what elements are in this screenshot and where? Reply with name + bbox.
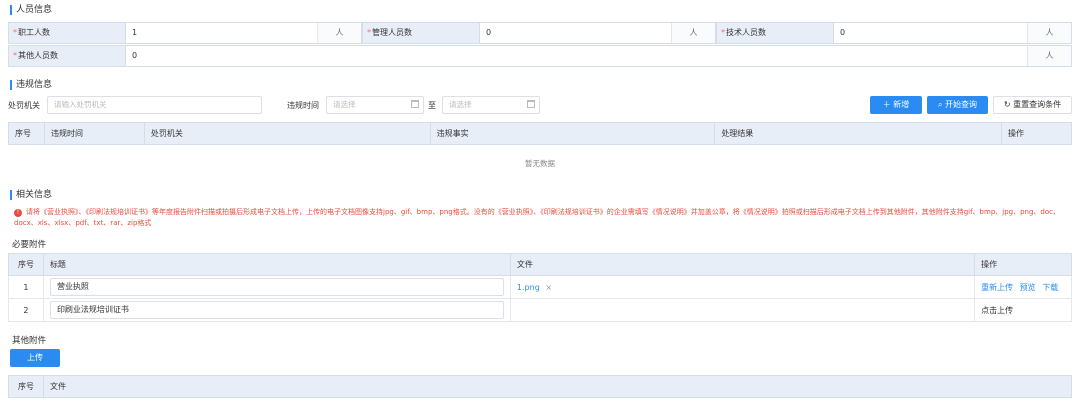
column-header: 标题 (42, 253, 511, 276)
column-header: 违规事实 (429, 122, 716, 145)
add-button[interactable]: ＋ 新增 (870, 96, 922, 114)
unit-label: 人 (1027, 46, 1071, 66)
unit-label: 人 (1027, 23, 1071, 43)
required-attachments-title: 必要附件 (12, 240, 47, 250)
row-index: 2 (8, 298, 44, 322)
personnel-section-title: 人员信息 (10, 5, 52, 15)
preview-link[interactable]: 预览 (1020, 283, 1036, 292)
manager-count-input[interactable]: 0人 (480, 22, 716, 44)
column-header: 处理结果 (714, 122, 1003, 145)
search-icon: ⌕ (937, 100, 946, 109)
column-header: 序号 (8, 122, 45, 145)
remove-file-icon[interactable]: × (545, 283, 552, 292)
violation-table: 序号 违规时间 处罚机关 违规事实 处理结果 操作 (8, 122, 1072, 145)
search-button[interactable]: ⌕ 开始查询 (927, 96, 988, 114)
actions-cell: 重新上传 预览 下载 (974, 275, 1072, 299)
column-header: 处罚机关 (143, 122, 431, 145)
attachments-table-header: 序号 标题 文件 操作 (8, 253, 1072, 276)
file-cell (509, 298, 976, 322)
other-attachments-title: 其他附件 (12, 336, 47, 346)
row-index: 1 (8, 275, 44, 299)
title-cell: 营业执照 (42, 275, 511, 299)
date-range-separator: 至 (428, 101, 436, 110)
upload-notice: ! 请将《营业执照》、《印刷法规培训证书》等年度报告附件扫描或拍摄后形成电子文档上… (14, 208, 1060, 227)
reupload-link[interactable]: 重新上传 (981, 283, 1013, 292)
attachment-title-input[interactable]: 印刷业法规培训证书 (49, 301, 504, 319)
related-section-title: 相关信息 (10, 190, 52, 200)
tech-count-label: *技术人员数 (716, 22, 834, 44)
actions-cell: 点击上传 (974, 298, 1072, 322)
tech-count-input[interactable]: 0人 (834, 22, 1072, 44)
staff-count-input[interactable]: 1人 (126, 22, 362, 44)
time-filter-label: 违规时间 (287, 101, 319, 110)
other-attachments-table: 序号 文件 (8, 375, 1073, 398)
file-cell: 1.png × (509, 275, 976, 299)
table-row: 2 印刷业法规培训证书 点击上传 (8, 298, 1072, 322)
download-link[interactable]: 下载 (1042, 283, 1058, 292)
column-header: 操作 (974, 253, 1072, 276)
column-header: 序号 (8, 375, 44, 398)
required-attachments-table: 序号 标题 文件 操作 1 营业执照 1.png × 重新上传 预览 下载 2 … (8, 253, 1072, 322)
org-filter-label: 处罚机关 (8, 101, 40, 110)
file-link[interactable]: 1.png (517, 283, 540, 292)
end-date-picker[interactable]: 请选择 (442, 96, 540, 114)
attachment-title-input[interactable]: 营业执照 (49, 278, 504, 296)
violation-table-header: 序号 违规时间 处罚机关 违规事实 处理结果 操作 (8, 122, 1072, 145)
refresh-icon: ↻ (1003, 100, 1014, 109)
table-row: 1 营业执照 1.png × 重新上传 预览 下载 (8, 275, 1072, 299)
violation-section-title: 违规信息 (10, 80, 52, 90)
personnel-grid: *职工人数 1人 *管理人员数 0人 *技术人员数 0人 *其他人员数 0人 (8, 22, 1072, 67)
unit-label: 人 (671, 23, 715, 43)
staff-count-label: *职工人数 (8, 22, 126, 44)
other-count-label: *其他人员数 (8, 45, 126, 67)
manager-count-label: *管理人员数 (362, 22, 480, 44)
column-header: 操作 (1001, 122, 1072, 145)
calendar-icon (527, 100, 535, 108)
column-header: 违规时间 (43, 122, 145, 145)
reset-filters-button[interactable]: ↻ 重置查询条件 (993, 96, 1072, 114)
column-header: 文件 (509, 253, 976, 276)
calendar-icon (411, 100, 419, 108)
start-date-picker[interactable]: 请选择 (326, 96, 424, 114)
other-attachments-header: 序号 文件 (8, 375, 1073, 398)
title-cell: 印刷业法规培训证书 (42, 298, 511, 322)
empty-state-text: 暂无数据 (525, 159, 555, 168)
unit-label: 人 (317, 23, 361, 43)
column-header: 文件 (42, 375, 1073, 398)
click-upload-link[interactable]: 点击上传 (981, 306, 1013, 315)
upload-button[interactable]: 上传 (10, 349, 60, 367)
org-filter-input[interactable]: 请输入处罚机关 (47, 96, 262, 114)
column-header: 序号 (8, 253, 44, 276)
other-count-input[interactable]: 0人 (126, 45, 1072, 67)
warning-icon: ! (14, 209, 22, 217)
